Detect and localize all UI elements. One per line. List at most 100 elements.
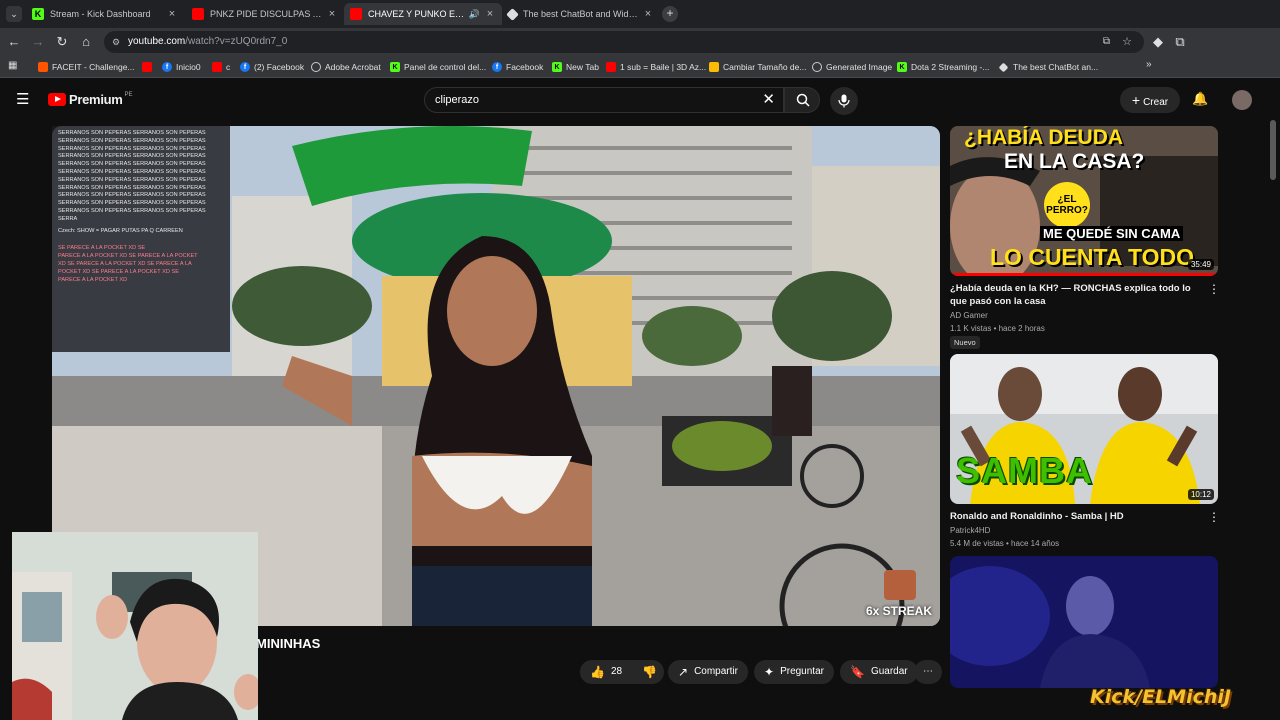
bookmark-youtube[interactable]: [142, 60, 156, 74]
youtube-logo[interactable]: Premium PE: [48, 92, 133, 107]
streak-label: 6x STREAK: [866, 604, 933, 618]
share-icon: ↗: [678, 665, 689, 679]
bookmark-adobe[interactable]: Adobe Acrobat: [311, 60, 381, 74]
bookmark-facebook-2[interactable]: f (2) Facebook: [240, 60, 304, 74]
chat-message: SERRANOS SON PEPERAS SERRANOS SON PEPERA…: [58, 168, 206, 175]
apps-grid-icon[interactable]: ▦: [8, 60, 17, 71]
home-icon[interactable]: ⌂: [78, 34, 94, 50]
bookmark-new-tab[interactable]: K New Tab: [552, 60, 599, 74]
chat-message: SERRANOS SON PEPERAS SERRANOS SON PEPERA…: [58, 137, 206, 144]
recommendation-title[interactable]: ¿Había deuda en la KH? — RONCHAS explica…: [950, 282, 1200, 308]
thumbs-down-icon[interactable]: 👎: [642, 660, 657, 684]
clear-search-icon[interactable]: ✕: [762, 88, 775, 112]
url-host: youtube.com: [128, 36, 186, 47]
bookmark-star-icon[interactable]: ☆: [1122, 31, 1132, 53]
recommendation-thumbnail[interactable]: SAMBA 10:12: [950, 354, 1218, 504]
streak-emote-icon: [884, 570, 916, 600]
more-actions-button[interactable]: ⋯: [914, 660, 942, 684]
bookmark-facebook[interactable]: f Facebook: [492, 60, 543, 74]
recommendation-thumbnail[interactable]: ¿HABÍA DEUDA EN LA CASA? ¿EL PERRO? ME Q…: [950, 126, 1218, 276]
tab-title: CHAVEZ Y PUNKO ENCUEN: [368, 9, 465, 19]
back-icon[interactable]: ←: [6, 34, 22, 50]
avatar[interactable]: [1232, 90, 1252, 110]
chat-message: SERRANOS SON PEPERAS SERRANOS SON PEPERA…: [58, 176, 206, 183]
bookmarks-bar: ▦ FACEIT - Challenge... f Inicio0 c f (2) …: [0, 56, 1280, 78]
tab-chavez-punko-video[interactable]: CHAVEZ Y PUNKO ENCUEN 🔊 ×: [344, 3, 502, 25]
browser-tab-strip: ⌄ K Stream - Kick Dashboard × PNKZ PIDE …: [0, 0, 1280, 28]
create-button[interactable]: + Crear: [1120, 87, 1180, 113]
tab-chatbot[interactable]: The best ChatBot and Widget ×: [502, 3, 660, 25]
plus-icon: +: [1131, 92, 1141, 108]
chat-message: SERRANOS SON PEPERAS SERRANOS SON PEPERA…: [58, 153, 206, 160]
like-count: 28: [610, 666, 623, 677]
sparkle-icon: ✦: [764, 665, 775, 679]
close-icon[interactable]: ×: [166, 8, 178, 20]
voice-search-button[interactable]: [830, 87, 858, 115]
recommendation-thumbnail[interactable]: [950, 556, 1218, 688]
close-icon[interactable]: ×: [484, 8, 496, 20]
bookmark-1sub[interactable]: 1 sub = Baile | 3D Az...: [606, 60, 706, 74]
install-icon[interactable]: ⧉: [1103, 31, 1110, 53]
recommendation-title[interactable]: Ronaldo and Ronaldinho - Samba | HD: [950, 510, 1200, 523]
tab-pnkz-video[interactable]: PNKZ PIDE DISCULPAS A SU FA ×: [186, 3, 344, 25]
bookmark-label: Dota 2 Streaming -...: [911, 62, 990, 72]
ask-button[interactable]: ✦ Preguntar: [754, 660, 834, 684]
close-icon[interactable]: ×: [326, 8, 338, 20]
bookmark-c[interactable]: c: [212, 60, 230, 74]
chat-message: SERRANOS SON PEPERAS SERRANOS SON PEPERA…: [58, 130, 206, 136]
chat-message: SERRANOS SON PEPERAS SERRANOS SON PEPERA…: [58, 145, 206, 152]
like-button[interactable]: 👍 28 👎: [580, 660, 664, 684]
tab-search-dropdown[interactable]: ⌄: [6, 6, 22, 22]
chat-message: PARECE A LA POCKET XD: [58, 276, 128, 283]
bookmark-label: Adobe Acrobat: [325, 62, 381, 72]
more-vert-icon[interactable]: ⋮: [1208, 282, 1220, 296]
extension-icon[interactable]: ◆: [1150, 34, 1166, 50]
new-tab-button[interactable]: +: [662, 6, 678, 22]
bookmark-label: (2) Facebook: [254, 62, 305, 72]
channel-name[interactable]: AD Gamer: [950, 309, 988, 322]
bookmark-kick-panel[interactable]: K Panel de control del...: [390, 60, 486, 74]
chat-message: SE PARECE A LA POCKET XD SE: [58, 245, 146, 252]
bookmark-label: New Tab: [566, 62, 599, 72]
bookmark-inicio0[interactable]: f Inicio0: [162, 60, 201, 74]
video-meta: 1.1 K vistas • hace 2 horas: [950, 324, 1045, 333]
youtube-icon: [212, 62, 222, 72]
bookmark-dota2[interactable]: K Dota 2 Streaming -...: [897, 60, 989, 74]
address-bar[interactable]: ⚙ youtube.com/watch?v=zUQ0rdn7_0 ⧉ ☆: [104, 31, 1144, 53]
more-vert-icon[interactable]: ⋮: [1208, 510, 1220, 524]
speaker-icon[interactable]: 🔊: [469, 9, 480, 20]
chat-message: SERRANOS SON PEPERAS SERRANOS SON PEPERA…: [58, 184, 206, 191]
thumbnail-image: [950, 556, 1218, 688]
forward-icon[interactable]: →: [30, 34, 46, 50]
search-input[interactable]: cliperazo ✕: [424, 87, 784, 113]
bookmark-faceit[interactable]: FACEIT - Challenge...: [38, 60, 135, 74]
menu-icon[interactable]: ☰: [16, 90, 29, 108]
close-icon[interactable]: ×: [642, 8, 654, 20]
bookmark-chatbot[interactable]: The best ChatBot an...: [998, 60, 1098, 74]
bookmark-cambiar[interactable]: Cambiar Tamaño de...: [709, 60, 806, 74]
bookmark-label: c: [226, 62, 231, 72]
bookmark-label: FACEIT - Challenge...: [52, 62, 135, 72]
bookmark-generated-image[interactable]: Generated Image: [812, 60, 892, 74]
globe-icon: [311, 62, 321, 72]
bookmarks-overflow-icon[interactable]: »: [1146, 59, 1152, 70]
search-button[interactable]: [784, 87, 820, 113]
save-button[interactable]: 🔖 Guardar: [840, 660, 918, 684]
video-title: MININHAS: [256, 636, 321, 651]
tab-kick-dashboard[interactable]: K Stream - Kick Dashboard ×: [26, 3, 184, 25]
site-info-icon[interactable]: ⚙: [112, 31, 120, 53]
page-scrollbar[interactable]: [1270, 120, 1276, 180]
kick-channel-watermark: Kick/ELMichiJ: [1090, 686, 1231, 708]
chat-message: SERRANOS SON PEPERAS SERRANOS SON PEPERA…: [58, 207, 206, 214]
address-toolbar: ← → ↻ ⌂ ⚙ youtube.com/watch?v=zUQ0rdn7_0…: [0, 28, 1280, 56]
share-button[interactable]: ↗ Compartir: [668, 660, 748, 684]
botrix-icon: [506, 7, 519, 21]
webcam-frame: [12, 532, 258, 720]
channel-name[interactable]: Patrick4HD: [950, 524, 990, 537]
extensions-puzzle-icon[interactable]: ⧉: [1172, 34, 1188, 50]
tab-title: Stream - Kick Dashboard: [50, 9, 151, 19]
thumb-headline: ¿HABÍA DEUDA: [964, 126, 1124, 149]
notifications-icon[interactable]: 🔔: [1192, 91, 1208, 107]
reload-icon[interactable]: ↻: [54, 34, 70, 50]
create-label: Crear: [1143, 97, 1169, 108]
